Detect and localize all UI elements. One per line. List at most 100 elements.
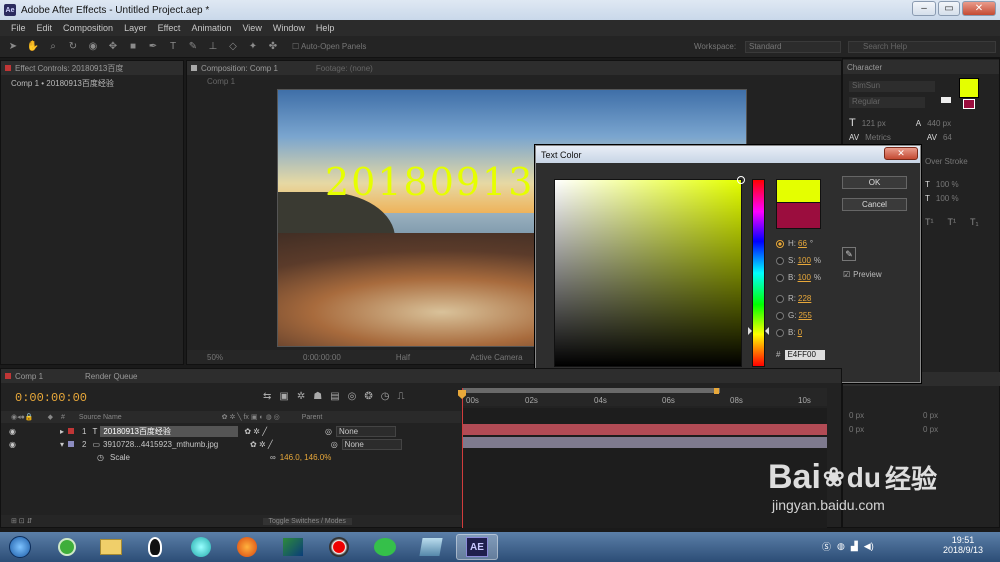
parent-pickwhip-icon[interactable]: ◎ (325, 427, 332, 436)
close-button[interactable]: ✕ (962, 1, 996, 16)
font-style-select[interactable]: Regular (849, 97, 925, 108)
hex-input[interactable]: E4FF00 (785, 349, 826, 360)
menu-effect[interactable]: Effect (158, 23, 181, 33)
layer-label-color[interactable] (68, 428, 74, 434)
menu-view[interactable]: View (242, 23, 261, 33)
blue-app-icon[interactable] (410, 534, 452, 560)
layer-row-2[interactable]: ◉ ▾ 2 ▭ 3910728...4415923_mthumb.jpg ✿ ✲… (9, 438, 461, 450)
roto-tool-icon[interactable]: ✦ (246, 40, 260, 54)
visibility-eye-icon[interactable]: ◉ (9, 427, 16, 436)
blue-radio[interactable] (776, 328, 784, 337)
graph-editor-icon[interactable]: ⎍ (398, 391, 405, 402)
pan-behind-tool-icon[interactable]: ✥ (106, 40, 120, 54)
menu-composition[interactable]: Composition (63, 23, 113, 33)
menu-window[interactable]: Window (273, 23, 305, 33)
timeline-comp-tab[interactable]: Comp 1 (15, 372, 43, 381)
preview-checkbox-row[interactable]: ☑ Preview (843, 270, 882, 279)
tracking-value[interactable]: 64 (943, 133, 952, 142)
constrain-link-icon[interactable]: ∞ (270, 453, 276, 462)
menu-file[interactable]: File (11, 23, 26, 33)
superscript-button[interactable]: T¹ (925, 217, 934, 227)
motion-blur-icon[interactable]: ◎ (348, 391, 357, 402)
parent-select[interactable]: None (336, 425, 396, 437)
layer-name[interactable]: 3910728...4415923_mthumb.jpg (103, 440, 244, 449)
work-area-end-handle[interactable] (714, 388, 719, 394)
blue-value[interactable]: 0 (798, 328, 802, 337)
layer-1-duration-bar[interactable] (462, 424, 827, 435)
kerning-value[interactable]: Metrics (865, 133, 891, 142)
layer-switches[interactable]: ✿ ✲ ╱ (244, 427, 267, 436)
media-app-icon[interactable] (272, 534, 314, 560)
wechat-icon[interactable] (364, 534, 406, 560)
green-value[interactable]: 255 (798, 311, 811, 320)
effect-controls-tab[interactable]: Effect Controls: 20180913百度 (1, 61, 183, 75)
toggle-switches-modes-button[interactable]: Toggle Switches / Modes (262, 517, 352, 525)
video-player-icon[interactable] (180, 534, 222, 560)
comp-text-layer[interactable]: 20180913 (325, 160, 534, 204)
scale-v-value[interactable]: 100 % (936, 194, 959, 203)
preview-checkbox[interactable]: ☑ (843, 270, 850, 279)
indent-right-value[interactable]: 0 px (923, 411, 938, 420)
saturation-radio[interactable] (776, 256, 784, 265)
eyedropper-icon[interactable]: ✎ (842, 247, 856, 261)
zoom-tool-icon[interactable]: ⌕ (46, 40, 60, 54)
character-tab[interactable]: Character (843, 60, 999, 74)
rotate-tool-icon[interactable]: ↻ (66, 40, 80, 54)
puppet-tool-icon[interactable]: ✤ (266, 40, 280, 54)
camera-select[interactable]: Active Camera (470, 353, 522, 362)
hide-shy-icon[interactable]: ☗ (313, 391, 322, 402)
indent-left-value[interactable]: 0 px (849, 411, 864, 420)
space-before-value[interactable]: 0 px (849, 425, 864, 434)
eraser-tool-icon[interactable]: ◇ (226, 40, 240, 54)
red-radio[interactable] (776, 294, 784, 303)
network-icon[interactable]: ▟ (851, 541, 858, 552)
layer-name[interactable]: 20180913百度经验 (100, 425, 239, 437)
parent-pickwhip-icon[interactable]: ◎ (331, 440, 338, 449)
font-size-value[interactable]: 121 px (862, 119, 886, 128)
composition-timecode[interactable]: 0:00:00:00 (303, 353, 341, 362)
cancel-button[interactable]: Cancel (842, 198, 907, 211)
layer-label-color[interactable] (68, 441, 74, 447)
stroke-color-swatch[interactable] (963, 99, 975, 109)
visibility-eye-icon[interactable]: ◉ (9, 440, 16, 449)
green-radio[interactable] (776, 311, 784, 320)
hue-slider-right-arrow[interactable] (765, 327, 769, 335)
resolution-select[interactable]: Half (396, 353, 410, 362)
hue-slider[interactable] (748, 179, 769, 367)
original-color-swatch[interactable] (776, 203, 821, 229)
layer-row-1[interactable]: ◉ ▸ 1 T 20180913百度经验 ✿ ✲ ╱ ◎ None (9, 425, 461, 437)
auto-keyframe-icon[interactable]: ◷ (381, 391, 390, 402)
search-help-input[interactable]: Search Help (848, 40, 996, 53)
ok-button[interactable]: OK (842, 176, 907, 189)
menu-animation[interactable]: Animation (191, 23, 231, 33)
hue-radio[interactable] (776, 239, 784, 248)
rectangle-tool-icon[interactable]: ■ (126, 40, 140, 54)
qq-icon[interactable] (134, 534, 176, 560)
color-picker-handle[interactable] (737, 176, 745, 184)
recorder-icon[interactable] (318, 534, 360, 560)
maximize-button[interactable]: ▭ (938, 1, 960, 16)
layer-switches[interactable]: ✿ ✲ ╱ (250, 440, 273, 449)
dialog-close-button[interactable]: ✕ (884, 147, 918, 160)
leading-value[interactable]: 440 px (927, 119, 951, 128)
footage-tab[interactable]: Footage: (none) (316, 64, 373, 73)
menu-edit[interactable]: Edit (37, 23, 53, 33)
minimize-button[interactable]: – (912, 1, 936, 16)
expand-arrow-icon[interactable]: ▸ (60, 427, 64, 436)
menu-help[interactable]: Help (316, 23, 335, 33)
clone-tool-icon[interactable]: ⊥ (206, 40, 220, 54)
work-area-bar[interactable] (462, 388, 720, 393)
layer-2-duration-bar[interactable] (462, 437, 827, 448)
brush-tool-icon[interactable]: ✎ (186, 40, 200, 54)
hue-value[interactable]: 66 (798, 239, 807, 248)
volume-icon[interactable]: ◀) (864, 541, 874, 552)
menu-layer[interactable]: Layer (124, 23, 147, 33)
frame-blending-icon[interactable]: ▤ (330, 391, 339, 402)
render-queue-tab[interactable]: Render Queue (85, 372, 137, 381)
input-method-icon[interactable]: Ⓢ (822, 540, 831, 553)
camera-tool-icon[interactable]: ◉ (86, 40, 100, 54)
search-layer-icon[interactable]: ⇆ (263, 391, 271, 402)
clock[interactable]: 19:51 2018/9/13 (934, 535, 992, 555)
collapse-arrow-icon[interactable]: ▾ (60, 440, 64, 449)
red-value[interactable]: 228 (798, 294, 811, 303)
